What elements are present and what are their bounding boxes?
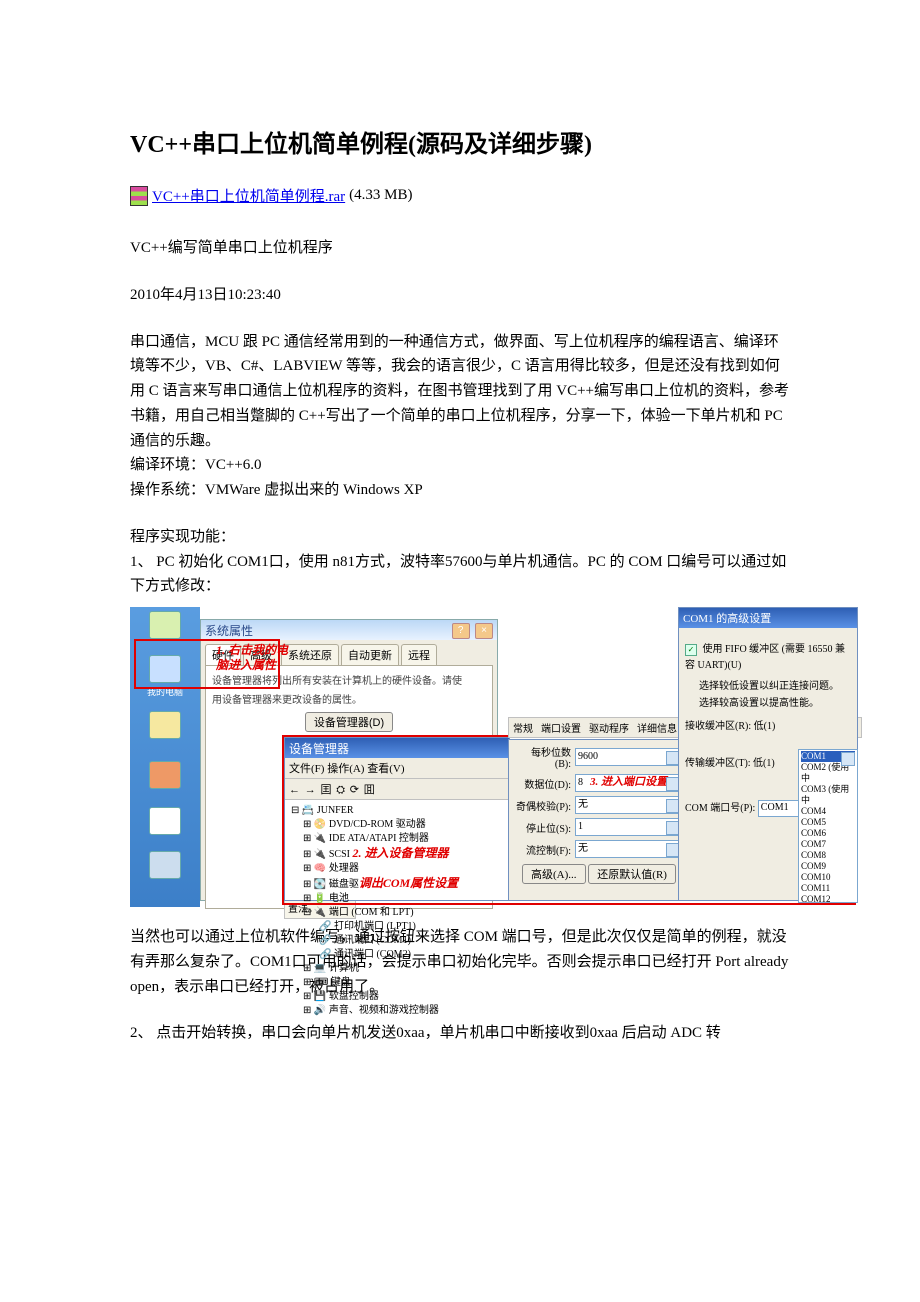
device-manager-button[interactable]: 设备管理器(D)	[305, 712, 393, 732]
tree-node[interactable]: 🔗 通讯端口 (COM2)	[291, 948, 503, 962]
tree-node-ports[interactable]: ⊟ 🔌 端口 (COM 和 LPT)	[291, 906, 503, 920]
annotation-text: 调出COM属性设置	[359, 876, 458, 890]
dialog-titlebar: 系统属性 ? ×	[201, 620, 497, 640]
parity-select[interactable]: 无	[575, 796, 683, 814]
dialog-titlebar: 设备管理器	[285, 738, 509, 758]
desktop-icon	[146, 761, 184, 801]
paragraph: VC++编写简单串口上位机程序	[130, 236, 790, 261]
embedded-screenshot: 我的电脑 系统属性 ? × 硬件 高级 系统还原 自动更新 远程	[130, 607, 852, 907]
tree-node[interactable]: ⊞ 📀 DVD/CD-ROM 驱动器	[291, 818, 503, 832]
tree-node[interactable]: ⊞ 💾 软盘控制器	[291, 990, 503, 1004]
flow-label: 流控制(F):	[515, 842, 571, 857]
com-port-properties-dialog: 每秒位数(B): 9600 数据位(D): 8 3. 进入端口设置，点击高级设置…	[508, 739, 690, 901]
rar-icon	[130, 186, 148, 206]
tab-update[interactable]: 自动更新	[341, 644, 399, 665]
databits-label: 数据位(D):	[515, 776, 571, 791]
file-download-link[interactable]: VC++串口上位机简单例程.rar	[152, 185, 345, 206]
device-tree: ⊟ 📇 JUNFER ⊞ 📀 DVD/CD-ROM 驱动器 ⊞ 🔌 IDE AT…	[285, 800, 509, 1022]
tab[interactable]: 常规	[513, 720, 533, 735]
annotation-text: 2. 进入设备管理器	[352, 846, 448, 860]
parity-label: 奇偶校验(P):	[515, 798, 571, 813]
stopbits-label: 停止位(S):	[515, 820, 571, 835]
desktop-icon	[146, 851, 184, 891]
flow-select[interactable]: 无	[575, 840, 683, 858]
paragraph: 1、 PC 初始化 COM1口，使用 n81方式，波特率57600与单片机通信。…	[130, 550, 790, 600]
com-port-number-label: COM 端口号(P):	[685, 803, 755, 814]
tab-remote[interactable]: 远程	[401, 644, 437, 665]
tree-node[interactable]: ⊞ 💻 计算机	[291, 962, 503, 976]
advanced-hint: 选择较高设置以提高性能。	[699, 694, 851, 709]
com-port-dropdown-list[interactable]: COM1 COM2 (使用中 COM3 (使用中 COM4 COM5 COM6 …	[798, 749, 858, 903]
devmgr-menu[interactable]: 文件(F) 操作(A) 查看(V)	[285, 758, 509, 779]
fifo-checkbox-label: 使用 FIFO 缓冲区 (需要 16550 兼容 UART)(U)	[685, 644, 845, 671]
paragraph: 操作系统：VMWare 虚拟出来的 Windows XP	[130, 478, 790, 503]
recv-buffer-label: 接收缓冲区(R): 低(1)	[685, 717, 851, 732]
tree-node[interactable]: ⊟ 📇 JUNFER	[291, 804, 503, 818]
paragraph: 编译环境：VC++6.0	[130, 453, 790, 478]
file-size-text: (4.33 MB)	[349, 187, 412, 204]
restore-defaults-button[interactable]: 还原默认值(R)	[588, 864, 676, 884]
tree-node[interactable]: ⊞ 💽 磁盘驱调出COM属性设置	[291, 876, 503, 892]
databits-select[interactable]: 8 3. 进入端口设置，点击高级设置COM端口号	[575, 774, 683, 792]
device-manager-window: 设备管理器 文件(F) 操作(A) 查看(V) ← → 囯 ⛭ ⟳ 囬 ⊟ 📇 …	[284, 737, 510, 901]
help-icon[interactable]: ?	[452, 623, 470, 639]
paragraph: 程序实现功能：	[130, 525, 790, 550]
tree-node[interactable]: ⊞ 🧠 处理器	[291, 862, 503, 876]
window-controls: ? ×	[450, 622, 493, 639]
desktop-icon	[146, 807, 184, 847]
baud-select[interactable]: 9600	[575, 748, 683, 766]
baud-label: 每秒位数(B):	[515, 744, 571, 770]
tree-node[interactable]: ⊞ 🔋 电池	[291, 892, 503, 906]
devmgr-toolbar[interactable]: ← → 囯 ⛭ ⟳ 囬	[285, 779, 509, 800]
desktop-icon	[146, 711, 184, 751]
tree-node[interactable]: 🔗 打印机端口 (LPT1)	[291, 920, 503, 934]
paragraph-timestamp: 2010年4月13日10:23:40	[130, 283, 790, 308]
stopbits-select[interactable]: 1	[575, 818, 683, 836]
tree-node[interactable]: ⊞ 🔌 SCSI 2. 进入设备管理器	[291, 846, 503, 862]
tab[interactable]: 驱动程序	[589, 720, 629, 735]
checkbox-icon[interactable]: ✓	[685, 644, 697, 656]
close-icon[interactable]: ×	[475, 623, 493, 639]
paragraph: 2、 点击开始转换，串口会向单片机发送0xaa，单片机串口中断接收到0xaa 后…	[130, 1021, 790, 1046]
tree-node[interactable]: ⊞ 🔊 声音、视频和游戏控制器	[291, 1004, 503, 1018]
dialog-titlebar: COM1 的高级设置	[679, 608, 857, 628]
dialog-title: 系统属性	[205, 622, 253, 639]
paragraph: 串口通信，MCU 跟 PC 通信经常用到的一种通信方式，做界面、写上位机程序的编…	[130, 330, 790, 454]
tree-node[interactable]: 🔗 通讯端口 (COM1)	[291, 934, 503, 948]
tab[interactable]: 详细信息	[637, 720, 677, 735]
tree-node[interactable]: ⊞ 🔌 IDE ATA/ATAPI 控制器	[291, 832, 503, 846]
tree-node[interactable]: ⊞ ⌨ 键盘	[291, 976, 503, 990]
page-title: VC++串口上位机简单例程(源码及详细步骤)	[130, 130, 790, 161]
advanced-hint: 选择较低设置以纠正连接问题。	[699, 677, 851, 692]
annotation-text: 1. 右击我的电脑进入属性	[216, 643, 296, 673]
tab[interactable]: 端口设置	[541, 720, 581, 735]
advanced-button[interactable]: 高级(A)...	[522, 864, 586, 884]
devmgr-info: 用设备管理器来更改设备的属性。	[212, 691, 486, 706]
file-attachment-row: VC++串口上位机简单例程.rar (4.33 MB)	[130, 185, 790, 206]
